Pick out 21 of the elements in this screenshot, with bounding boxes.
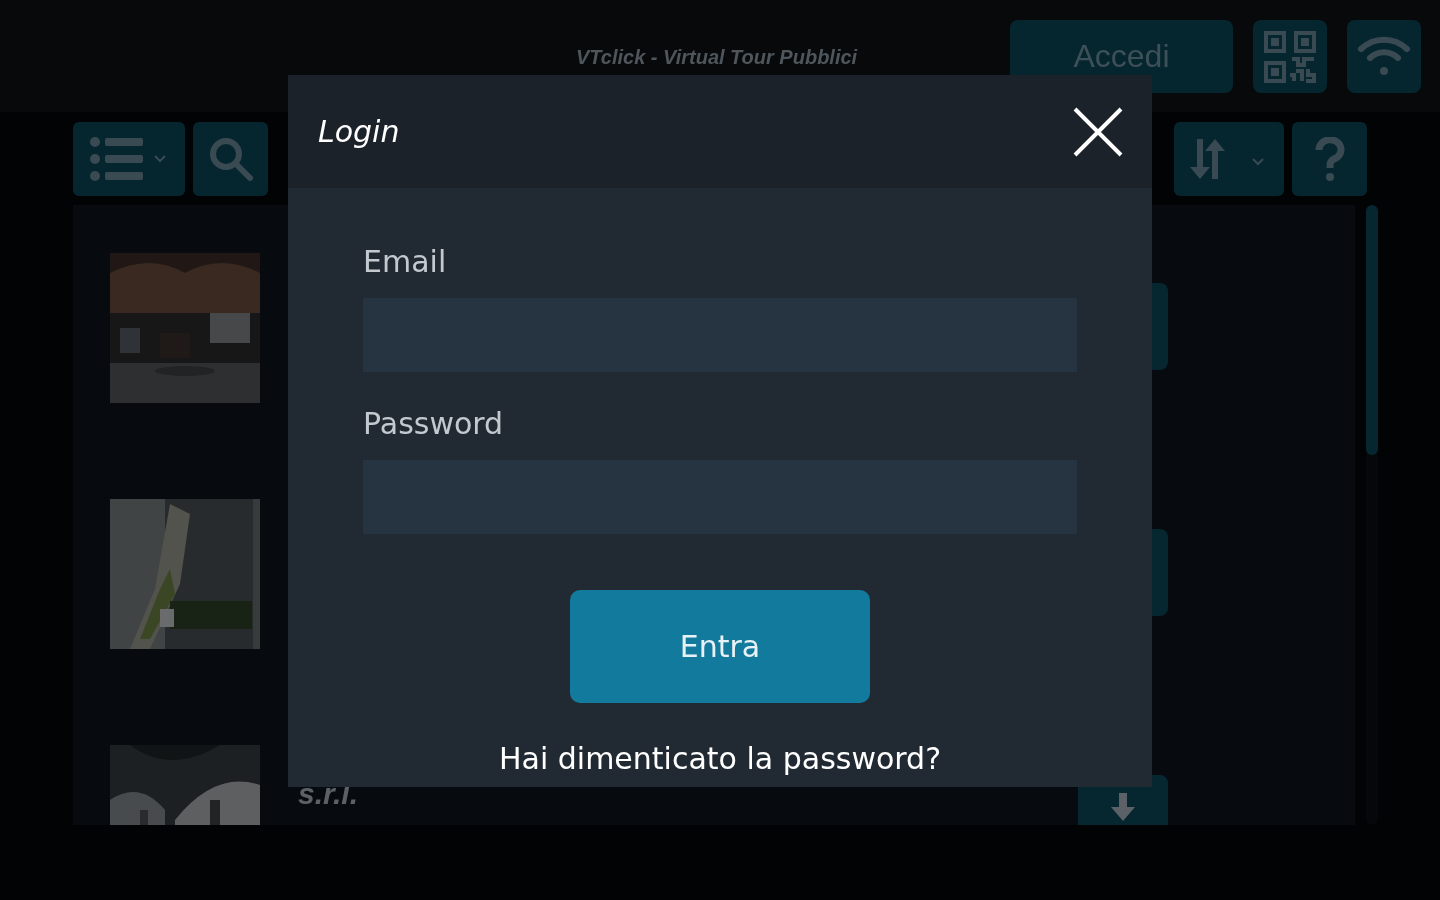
field-label: Password <box>363 406 505 443</box>
scrollbar-thumb[interactable] <box>1366 205 1378 455</box>
sort-button[interactable] <box>1174 122 1284 196</box>
search-button[interactable] <box>193 122 268 196</box>
help-button[interactable] <box>1292 122 1367 196</box>
download-icon <box>1108 793 1138 821</box>
search-icon <box>207 136 254 182</box>
scrollbar[interactable] <box>1366 205 1378 825</box>
list-view-button[interactable] <box>73 122 185 196</box>
field-label: Email <box>363 244 448 281</box>
forgot-password-link[interactable]: Hai dimenticato la password? <box>498 741 942 776</box>
help-icon <box>1314 137 1345 181</box>
qr-code-button[interactable] <box>1253 20 1327 93</box>
list-icon <box>89 136 169 182</box>
dialog-title: Login <box>318 114 400 149</box>
qr-code-icon <box>1263 29 1317 84</box>
login-submit-button[interactable]: Entra <box>570 590 870 703</box>
wifi-button[interactable] <box>1347 20 1421 93</box>
close-icon <box>1072 105 1124 158</box>
close-button[interactable] <box>1072 105 1124 158</box>
app-title: VTclick - Virtual Tour Pubblici <box>576 46 859 69</box>
